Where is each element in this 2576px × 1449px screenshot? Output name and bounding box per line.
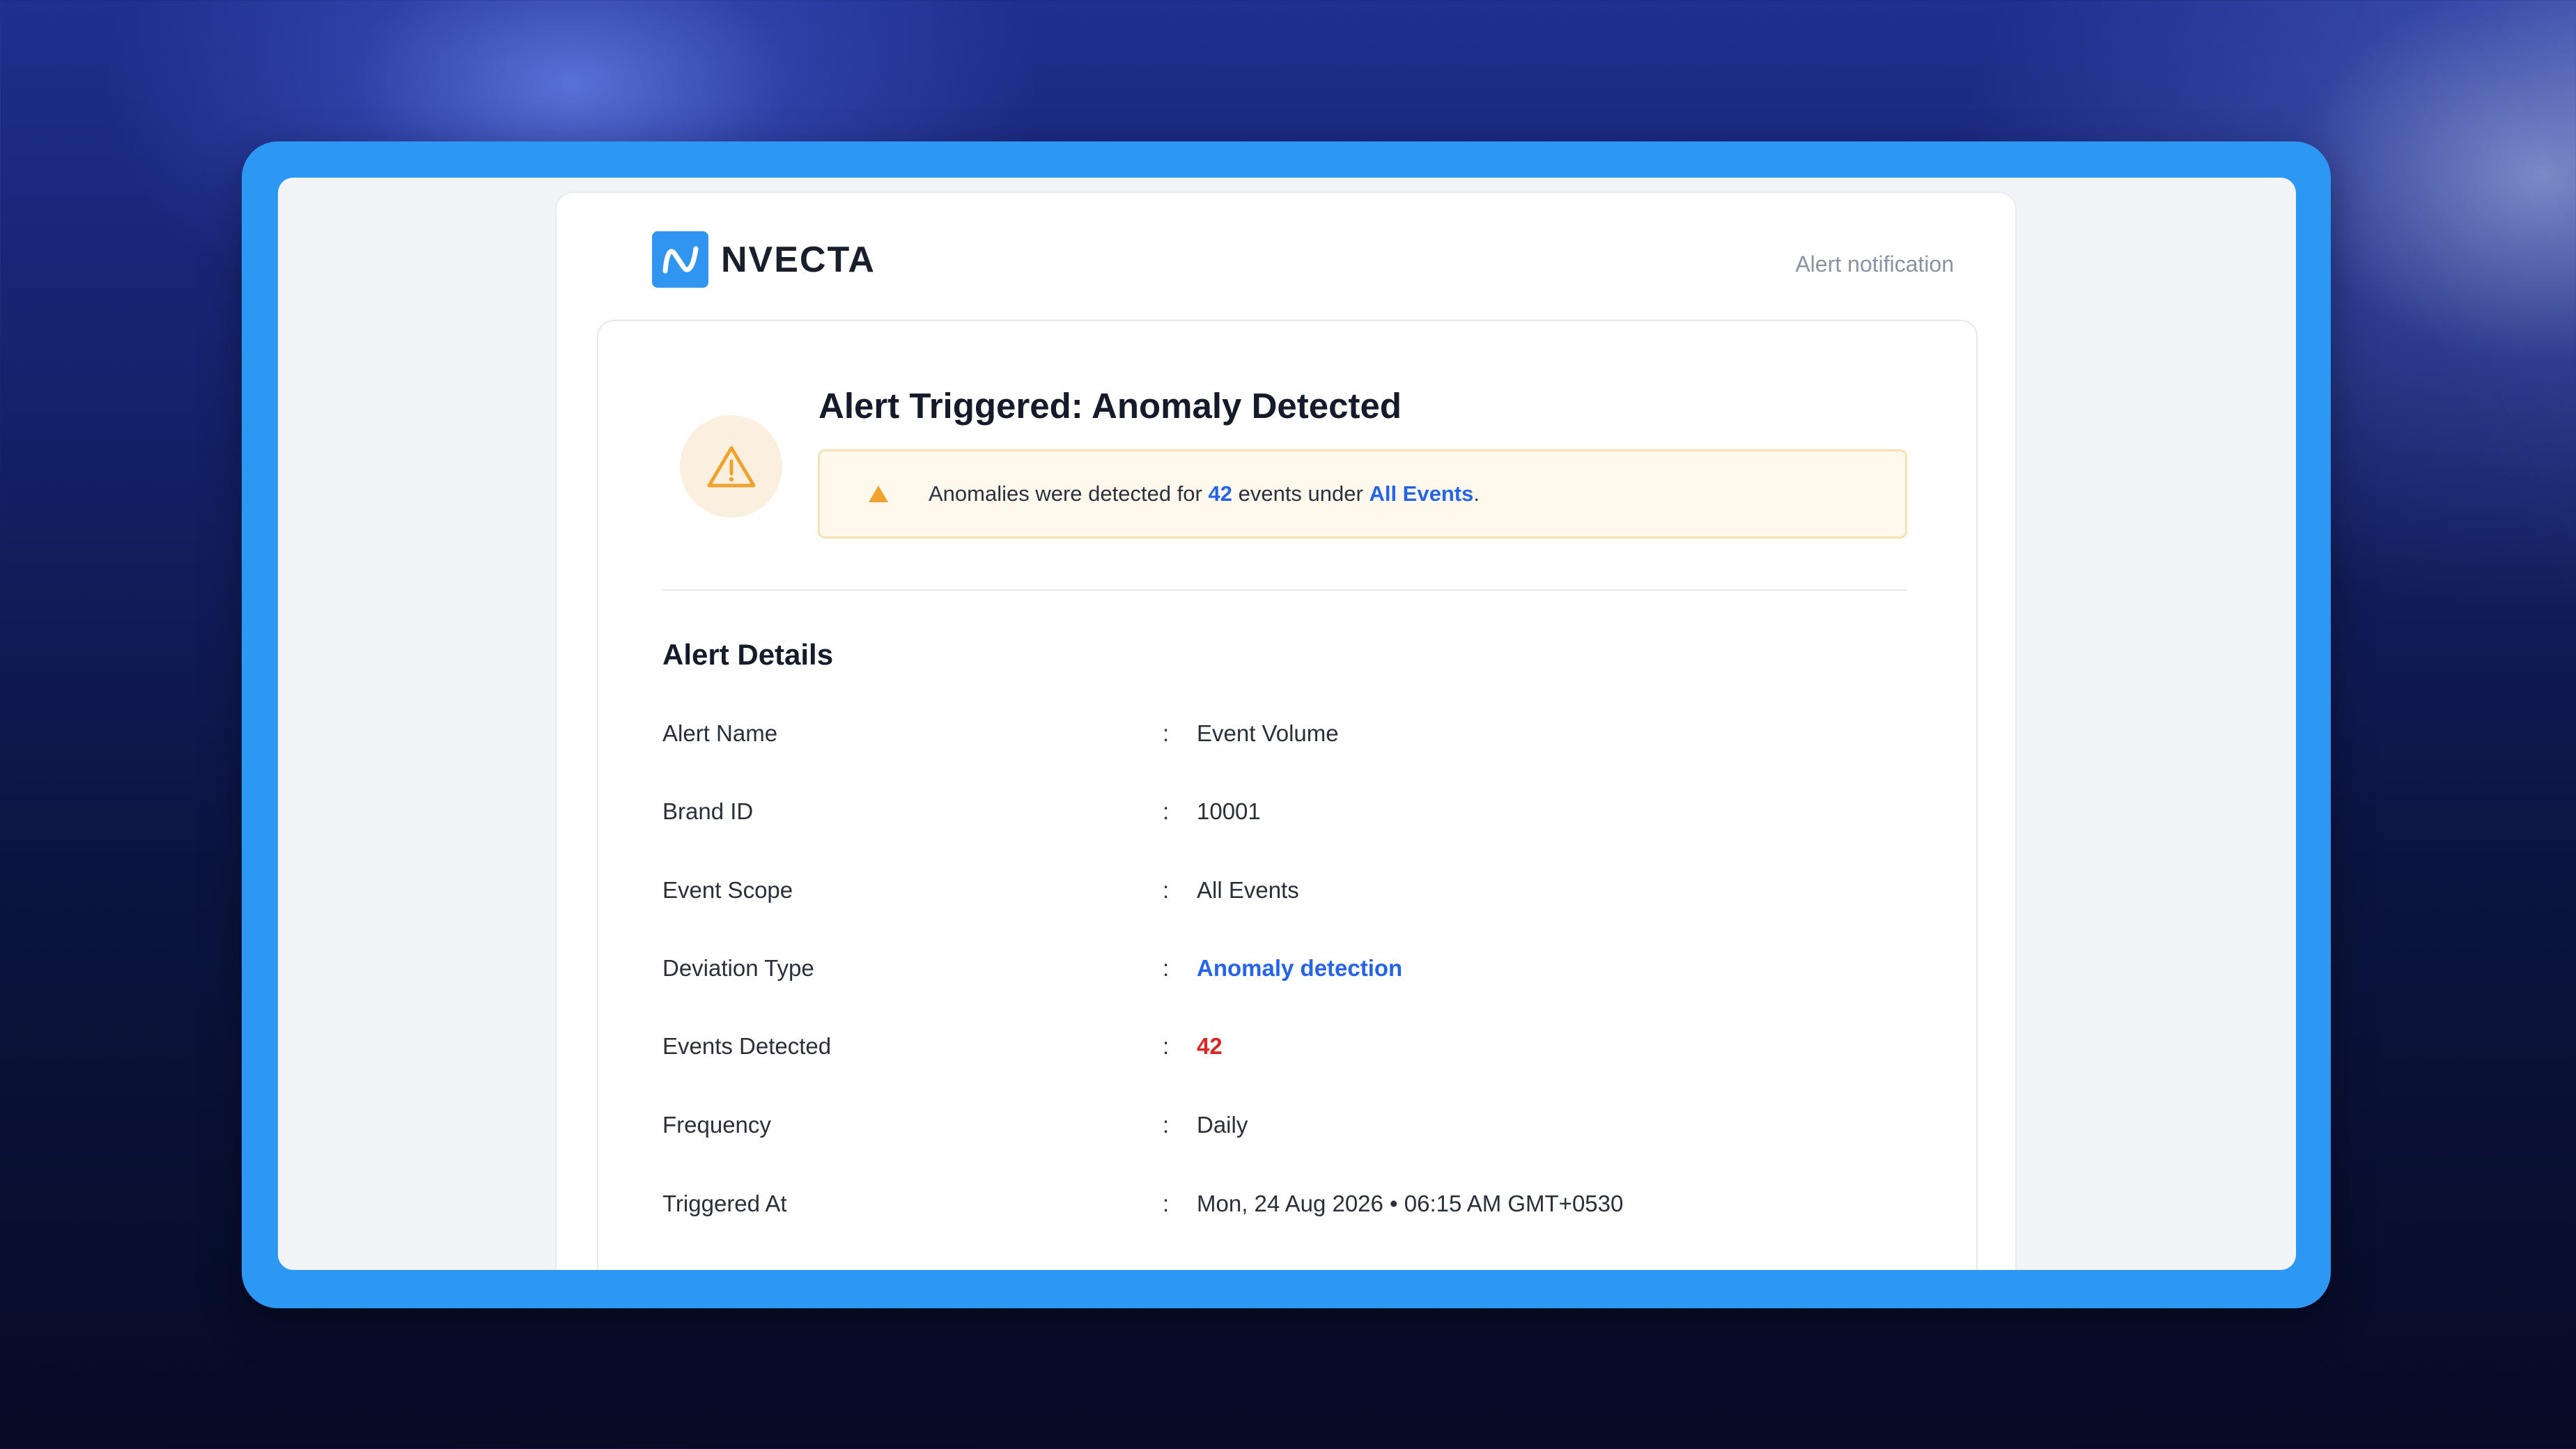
detail-row-frequency: Frequency : Daily	[662, 1112, 1916, 1154]
detail-label: Frequency	[662, 1112, 771, 1138]
alert-banner-text: Anomalies were detected for 42 events un…	[929, 481, 1480, 506]
detail-separator: :	[1163, 955, 1170, 981]
detail-value: Mon, 24 Aug 2026 • 06:15 AM GMT+0530	[1197, 1191, 1624, 1216]
alert-email: NVECTA Alert notification Alert Triggere…	[555, 192, 2017, 1270]
alert-banner: Anomalies were detected for 42 events un…	[818, 449, 1907, 538]
detail-value: Daily	[1197, 1112, 1248, 1138]
warning-triangle-icon	[867, 484, 890, 504]
detail-separator: :	[1163, 877, 1170, 903]
detail-label: Event Scope	[662, 877, 793, 903]
warning-triangle-icon	[707, 446, 755, 487]
detail-row-brand-id: Brand ID : 10001	[662, 798, 1916, 840]
brand-logo: NVECTA	[652, 231, 876, 288]
section-divider	[662, 589, 1907, 591]
detail-row-deviation-type: Deviation Type : Anomaly detection	[662, 955, 1916, 997]
detail-row-alert-name: Alert Name : Event Volume	[662, 720, 1916, 762]
alert-title: Alert Triggered: Anomaly Detected	[818, 386, 1402, 426]
banner-count-link[interactable]: 42	[1209, 481, 1232, 506]
screen: NVECTA Alert notification Alert Triggere…	[278, 178, 2296, 1270]
detail-separator: :	[1163, 1112, 1170, 1138]
detail-label: Deviation Type	[662, 955, 814, 981]
device-frame: NVECTA Alert notification Alert Triggere…	[242, 141, 2331, 1308]
nvecta-logo-icon	[652, 231, 708, 288]
detail-label: Alert Name	[662, 720, 778, 746]
brand-name: NVECTA	[721, 239, 876, 280]
events-detected-count: 42	[1197, 1033, 1223, 1059]
banner-suffix: .	[1473, 481, 1480, 506]
detail-value: All Events	[1197, 877, 1299, 903]
detail-separator: :	[1163, 720, 1170, 746]
detail-label: Events Detected	[662, 1033, 832, 1059]
warning-badge	[680, 415, 782, 518]
header-note: Alert notification	[1795, 251, 1954, 277]
detail-value: 10001	[1197, 798, 1261, 824]
detail-row-events-detected: Events Detected : 42	[662, 1033, 1916, 1075]
deviation-type-link[interactable]: Anomaly detection	[1197, 955, 1402, 982]
detail-label: Triggered At	[662, 1191, 787, 1216]
detail-separator: :	[1163, 1033, 1170, 1059]
detail-row-triggered-at: Triggered At : Mon, 24 Aug 2026 • 06:15 …	[662, 1191, 1916, 1232]
detail-row-event-scope: Event Scope : All Events	[662, 877, 1916, 919]
detail-value: Event Volume	[1197, 720, 1339, 746]
detail-separator: :	[1163, 1191, 1170, 1216]
banner-middle: events under	[1232, 481, 1370, 506]
banner-scope-link[interactable]: All Events	[1369, 481, 1473, 506]
banner-prefix: Anomalies were detected for	[929, 481, 1209, 506]
detail-separator: :	[1163, 798, 1170, 824]
detail-label: Brand ID	[662, 798, 754, 824]
details-title: Alert Details	[662, 638, 834, 671]
email-header: NVECTA Alert notification	[557, 193, 2015, 318]
alert-card: Alert Triggered: Anomaly Detected Anomal…	[597, 320, 1978, 1270]
